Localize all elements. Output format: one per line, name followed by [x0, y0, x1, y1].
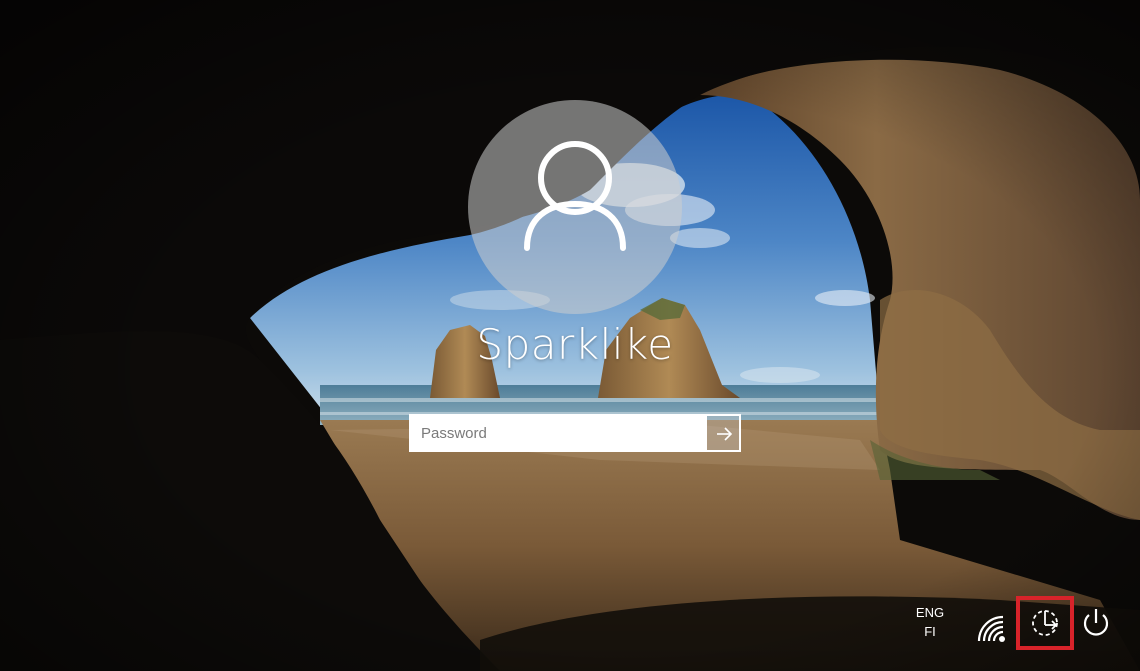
user-icon: [524, 141, 626, 251]
language-code: ENG: [915, 605, 945, 620]
lock-screen: Sparklike ENG FI: [0, 0, 1140, 671]
submit-button[interactable]: [705, 414, 741, 452]
keyboard-layout: FI: [924, 624, 936, 639]
network-button[interactable]: [975, 613, 1009, 643]
password-input[interactable]: [409, 414, 705, 452]
wifi-icon: [977, 615, 1005, 642]
ease-of-access-button[interactable]: [1016, 596, 1074, 650]
power-button[interactable]: [1080, 605, 1112, 641]
arrow-right-icon: [717, 427, 733, 441]
language-indicator[interactable]: ENG FI: [912, 603, 948, 641]
user-avatar: [468, 100, 682, 314]
username: Sparklike: [476, 320, 674, 369]
password-field-group: [409, 414, 741, 452]
ease-of-access-icon: [1032, 610, 1058, 636]
power-icon: [1083, 609, 1109, 636]
